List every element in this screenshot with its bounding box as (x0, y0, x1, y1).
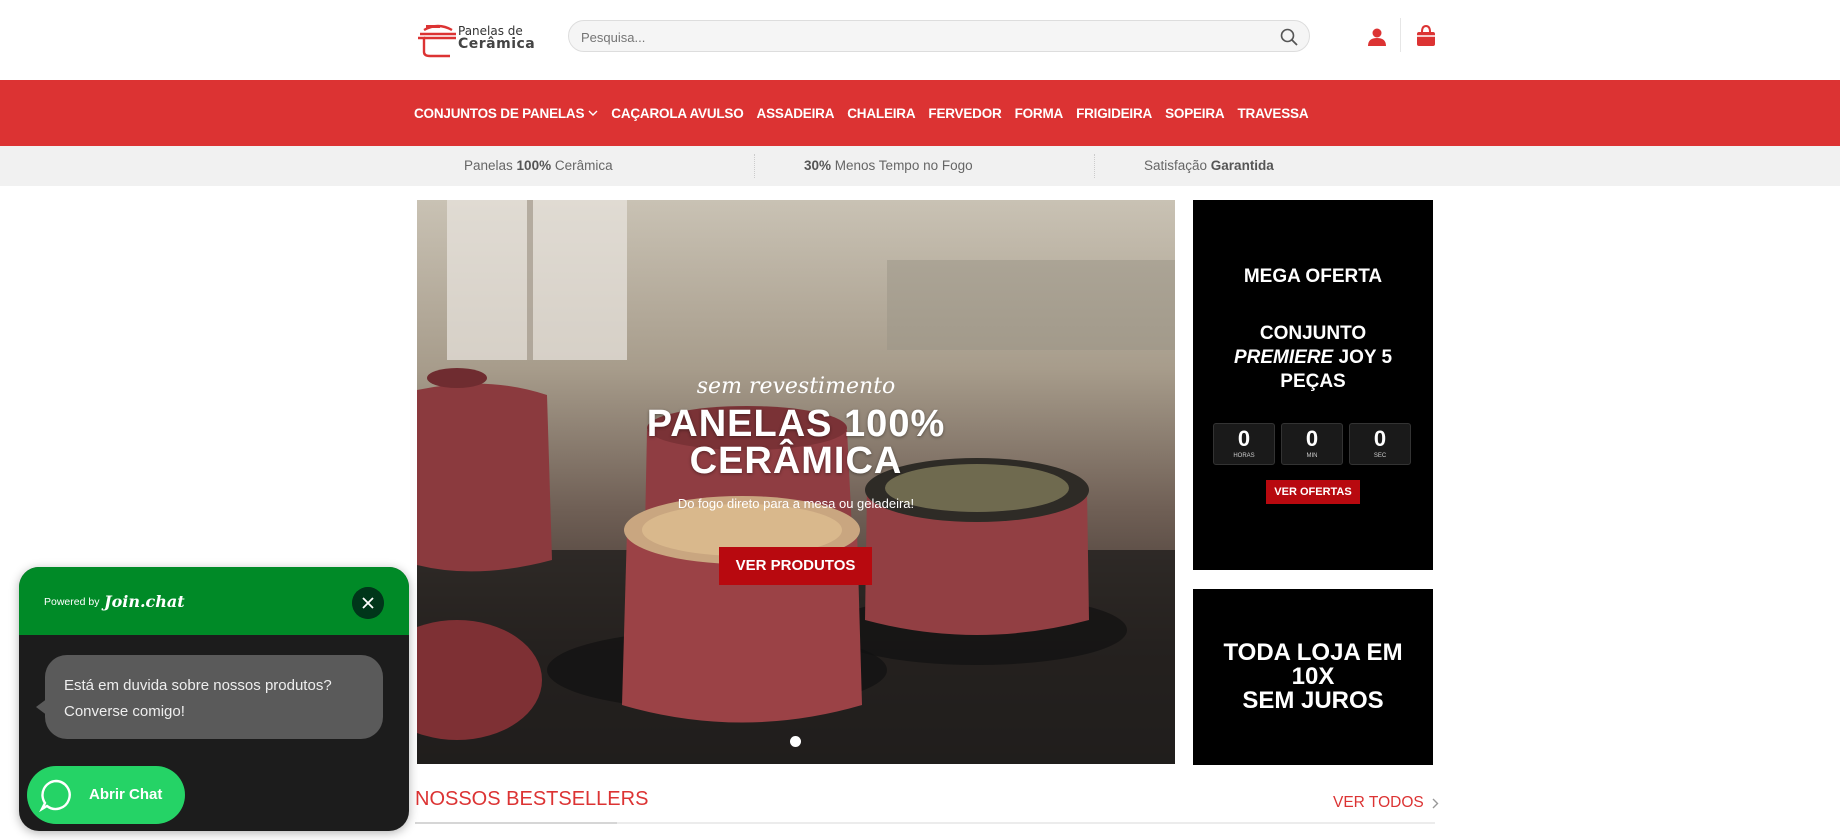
nav-item-travessa[interactable]: TRAVESSA (1237, 106, 1308, 121)
nav-item-frigideira[interactable]: FRIGIDEIRA (1076, 106, 1152, 121)
hero-title-line2: CERÂMICA (689, 440, 903, 482)
installments-line2: 10X (1291, 663, 1335, 690)
offer-product-italic: PREMIERE (1233, 347, 1334, 368)
ver-todos-link[interactable]: VER TODOS (1333, 794, 1439, 812)
countdown-value: 0 (1237, 426, 1251, 451)
installments-line1: TODA LOJA EM (1223, 639, 1403, 666)
bestsellers-title: NOSSOS BESTSELLERS (415, 788, 649, 810)
countdown-label: HORAS (1233, 453, 1255, 459)
abrir-chat-button[interactable]: Abrir Chat (27, 766, 185, 824)
offer-product-name: CONJUNTO PREMIERE JOY 5 PEÇAS (1203, 322, 1423, 394)
chat-powered-by: Powered by (44, 596, 100, 608)
search-bar (568, 20, 1310, 52)
shopping-bag-icon[interactable] (1414, 24, 1438, 48)
installments-line3: SEM JUROS (1242, 687, 1384, 714)
search-icon[interactable] (1279, 27, 1299, 47)
usp-text: Satisfação (1144, 158, 1211, 173)
usp-strip: Panelas 100% Cerâmica 30% Menos Tempo no… (0, 146, 1840, 186)
nav-item-chaleira[interactable]: CHALEIRA (847, 106, 915, 121)
chat-header: Powered by Join.chat (19, 567, 409, 635)
nav-item-assadeira[interactable]: ASSADEIRA (757, 106, 835, 121)
offer-product-line3: PEÇAS (1280, 371, 1346, 392)
usp-bold: Garantida (1210, 158, 1274, 173)
countdown-minutes: 0 MIN (1281, 423, 1343, 465)
nav-item-conjuntos[interactable]: CONJUNTOS DE PANELAS (414, 106, 598, 121)
nav-item-label: CONJUNTOS DE PANELAS (414, 105, 585, 121)
nav-item-fervedor[interactable]: FERVEDOR (928, 106, 1001, 121)
usp-time: 30% Menos Tempo no Fogo (804, 158, 973, 173)
ver-ofertas-button[interactable]: VER OFERTAS (1266, 480, 1360, 504)
logo-text[interactable]: Panelas de Cerâmica (458, 25, 536, 52)
ver-todos-label: VER TODOS (1333, 794, 1424, 811)
hero-title: PANELAS 100% CERÂMICA (417, 403, 1175, 482)
close-icon[interactable] (352, 587, 384, 619)
countdown-hours: 0 HORAS (1213, 423, 1275, 465)
search-input[interactable] (581, 27, 1261, 47)
section-divider-accent (415, 822, 617, 824)
offer-product-line2: JOY 5 (1333, 347, 1393, 368)
hero-script-text: sem revestimento (696, 374, 896, 399)
mega-offer-banner[interactable]: MEGA OFERTA CONJUNTO PREMIERE JOY 5 PEÇA… (1193, 200, 1433, 570)
chat-message-line1: Está em duvida sobre nossos produtos? (64, 677, 332, 694)
usp-divider (1094, 154, 1095, 178)
usp-text: Panelas (464, 158, 517, 173)
logo-line2: Cerâmica (458, 36, 536, 52)
chat-message: Está em duvida sobre nossos produtos? Co… (45, 655, 383, 739)
installments-banner[interactable]: TODA LOJA EM 10X SEM JUROS (1193, 589, 1433, 765)
usp-bold: 30% (804, 158, 832, 173)
usp-satisfaction: Satisfação Garantida (1144, 158, 1274, 173)
slider-dot-active[interactable] (790, 736, 801, 747)
countdown-value: 0 (1373, 426, 1387, 451)
usp-divider (754, 154, 755, 178)
countdown-seconds: 0 SEC (1349, 423, 1411, 465)
main-navigation: CONJUNTOS DE PANELAS CAÇAROLA AVULSO ASS… (0, 80, 1840, 146)
nav-item-forma[interactable]: FORMA (1015, 106, 1064, 121)
abrir-chat-label: Abrir Chat (89, 786, 163, 803)
usp-text: Cerâmica (551, 158, 613, 173)
usp-bold: 100% (516, 158, 552, 173)
header-divider (1400, 18, 1401, 52)
site-header: Panelas de Cerâmica (0, 0, 1840, 80)
mega-offer-heading: MEGA OFERTA (1243, 266, 1383, 287)
offer-product-line1: CONJUNTO (1259, 323, 1367, 344)
whatsapp-icon (39, 779, 71, 812)
countdown-label: MIN (1306, 453, 1318, 459)
chevron-right-icon (1432, 798, 1439, 808)
chat-message-line2: Converse comigo! (64, 703, 185, 720)
usp-text: Menos Tempo no Fogo (831, 158, 973, 173)
installments-text: TODA LOJA EM 10X SEM JUROS (1193, 641, 1433, 713)
hero-slider[interactable]: sem revestimento PANELAS 100% CERÂMICA D… (417, 200, 1175, 764)
countdown-value: 0 (1305, 426, 1319, 451)
nav-item-cacarola[interactable]: CAÇAROLA AVULSO (611, 106, 743, 121)
ver-produtos-button[interactable]: VER PRODUTOS (719, 547, 872, 585)
hero-image (417, 200, 1175, 764)
user-icon[interactable] (1366, 26, 1388, 48)
chevron-down-icon (588, 110, 598, 116)
countdown-label: SEC (1373, 453, 1387, 459)
nav-item-sopeira[interactable]: SOPEIRA (1165, 106, 1225, 121)
chat-brand-logo: Join.chat (104, 592, 185, 611)
hero-title-line1: PANELAS 100% (646, 403, 946, 445)
hero-subtitle: Do fogo direto para a mesa ou geladeira! (677, 496, 915, 511)
usp-ceramic: Panelas 100% Cerâmica (464, 158, 613, 173)
